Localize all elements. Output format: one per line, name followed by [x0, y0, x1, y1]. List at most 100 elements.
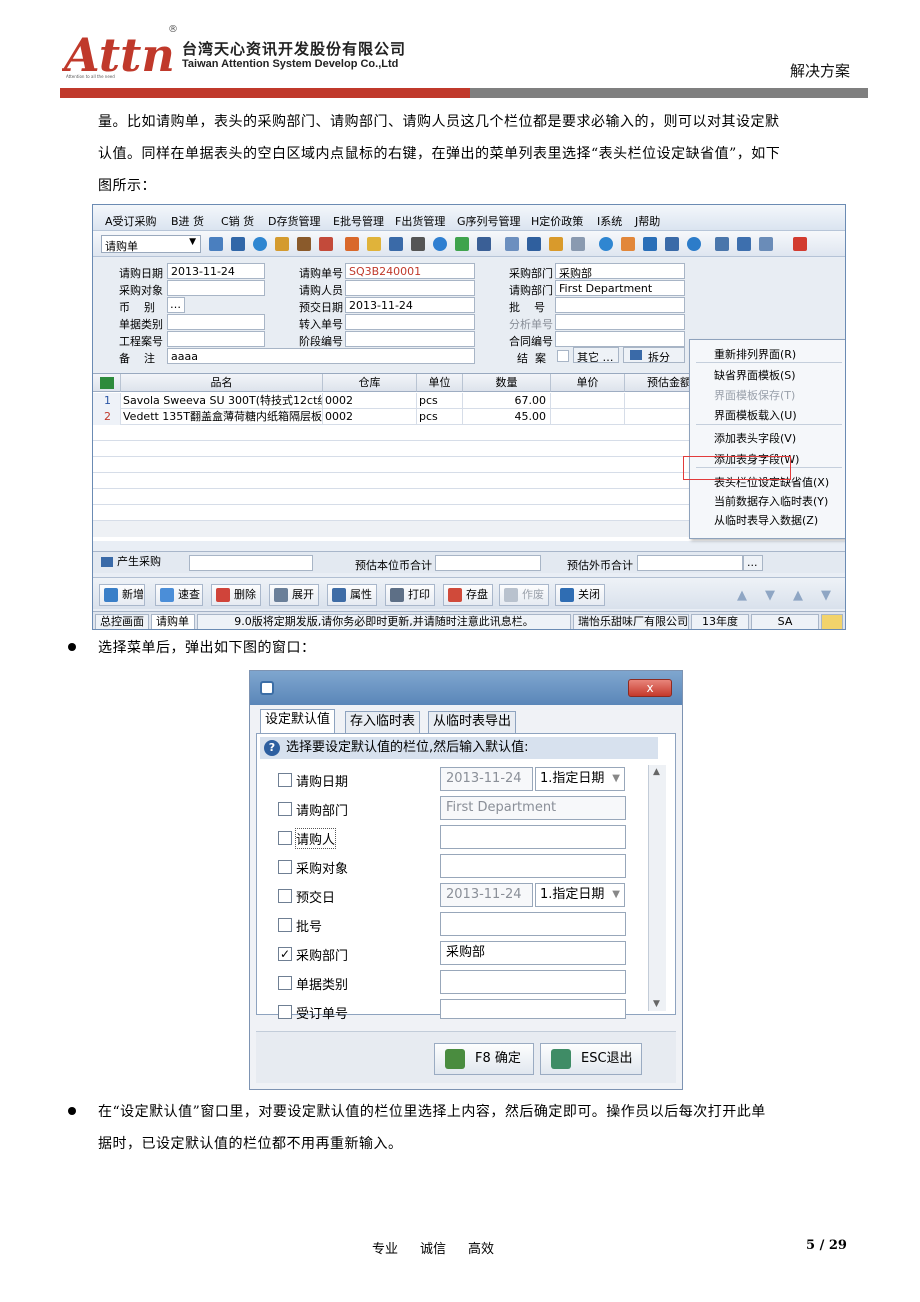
menu-item[interactable]: I系统 — [597, 213, 622, 229]
mail-icon[interactable] — [821, 614, 843, 629]
tab-set-default[interactable]: 设定默认值 — [260, 709, 336, 733]
ctx-rearrange[interactable]: 重新排列界面(R) — [714, 346, 796, 362]
toolbar-icon[interactable] — [319, 237, 333, 251]
menu-item[interactable]: J帮助 — [635, 213, 660, 229]
cell-unit[interactable]: pcs — [417, 393, 463, 409]
col-header-price[interactable]: 单价 — [551, 374, 625, 392]
requester-field[interactable] — [345, 280, 475, 296]
transfer-field[interactable] — [345, 314, 475, 330]
split-button[interactable]: 拆分 — [623, 347, 685, 363]
toolbar-icon[interactable] — [687, 237, 701, 251]
toolbar-icon[interactable] — [715, 237, 729, 251]
toolbar-icon[interactable] — [345, 237, 359, 251]
toolbar-icon[interactable] — [297, 237, 311, 251]
cell-unit[interactable]: pcs — [417, 409, 463, 425]
cell-qty[interactable]: 67.00 — [463, 393, 551, 409]
esc-button[interactable]: ESC退出 — [540, 1043, 642, 1075]
checkbox-req-date[interactable] — [278, 773, 292, 787]
value-order-no[interactable] — [440, 999, 626, 1019]
batch-field[interactable] — [555, 297, 685, 313]
toolbar-icon[interactable] — [477, 237, 491, 251]
toolbar-icon[interactable] — [411, 237, 425, 251]
cell-name[interactable]: Vedett 135T翻盖盒薄荷糖内纸箱隔层板 \ — [121, 409, 323, 425]
menu-item[interactable]: A受订采购 — [105, 213, 157, 229]
value-req-dept[interactable]: First Department — [440, 796, 626, 820]
toolbar-icon[interactable] — [621, 237, 635, 251]
produce-button[interactable]: 产生采购 — [101, 554, 161, 572]
new-button[interactable]: 新增 — [99, 584, 145, 606]
menu-item[interactable]: G序列号管理 — [457, 213, 521, 229]
vertical-scrollbar[interactable]: ▲ ▼ — [648, 765, 666, 1011]
value-doc-type[interactable] — [440, 970, 626, 994]
cell-price[interactable] — [551, 409, 625, 425]
cell-price[interactable] — [551, 393, 625, 409]
menu-item[interactable]: C销 货 — [221, 213, 254, 229]
checkbox-delivery[interactable] — [278, 889, 292, 903]
ctx-save-template[interactable]: 界面模板保存(T) — [714, 387, 795, 403]
local-total-field[interactable] — [435, 555, 541, 571]
req-dept-field[interactable]: First Department — [555, 280, 685, 296]
menu-item[interactable]: H定价政策 — [531, 213, 583, 229]
toolbar-icon[interactable] — [665, 237, 679, 251]
toolbar-icon[interactable] — [505, 237, 519, 251]
buy-target-field[interactable] — [167, 280, 265, 296]
cell-warehouse[interactable]: 0002 — [323, 393, 417, 409]
first-record-icon[interactable]: ▲ — [737, 588, 747, 603]
save-button[interactable]: 存盘 — [443, 584, 493, 606]
properties-button[interactable]: 属性 — [327, 584, 377, 606]
ctx-load-template[interactable]: 界面模板载入(U) — [714, 407, 797, 423]
analysis-field[interactable] — [555, 314, 685, 330]
help-icon[interactable] — [433, 237, 447, 251]
close-checkbox[interactable] — [557, 350, 569, 362]
checkbox-doc-type[interactable] — [278, 976, 292, 990]
menu-item[interactable]: B进 货 — [171, 213, 204, 229]
note-field[interactable]: aaaa — [167, 348, 475, 364]
excel-icon[interactable] — [93, 374, 121, 392]
project-field[interactable] — [167, 331, 265, 347]
toolbar-icon[interactable] — [759, 237, 773, 251]
cell-qty[interactable]: 45.00 — [463, 409, 551, 425]
more-button[interactable]: ... — [743, 555, 763, 571]
checkbox-requester[interactable] — [278, 831, 292, 845]
toolbar-icon[interactable] — [549, 237, 563, 251]
other-button[interactable]: 其它 … — [573, 347, 619, 363]
close-icon[interactable]: x — [628, 679, 672, 697]
checkbox-order-no[interactable] — [278, 1005, 292, 1019]
checkbox-req-dept[interactable] — [278, 802, 292, 816]
toolbar-icon[interactable] — [231, 237, 245, 251]
exit-icon[interactable] — [793, 237, 807, 251]
cell-name[interactable]: Savola Sweeva SU 300T(特技式12ct纱纸 — [121, 393, 323, 409]
currency-button[interactable]: … — [167, 297, 185, 313]
search-button[interactable]: 速查 — [155, 584, 203, 606]
scroll-down-icon[interactable]: ▼ — [653, 999, 660, 1009]
select-req-date[interactable]: 1.指定日期 ▼ — [535, 767, 625, 791]
ctx-add-header-field[interactable]: 添加表头字段(V) — [714, 430, 796, 446]
doc-type-field[interactable] — [167, 314, 265, 330]
expand-button[interactable]: 展开 — [269, 584, 319, 606]
void-button[interactable]: 作废 — [499, 584, 549, 606]
toolbar-icon[interactable] — [275, 237, 289, 251]
ctx-import-temp[interactable]: 从临时表导入数据(Z) — [714, 512, 818, 528]
status-main-tab[interactable]: 总控画面 — [95, 614, 149, 629]
scroll-up-icon[interactable]: ▲ — [653, 767, 660, 777]
value-requester[interactable] — [440, 825, 626, 849]
toolbar-icon[interactable] — [643, 237, 657, 251]
menu-item[interactable]: F出货管理 — [395, 213, 445, 229]
toolbar-icon[interactable] — [571, 237, 585, 251]
toolbar-icon[interactable] — [389, 237, 403, 251]
status-form-tab[interactable]: 请购单 — [151, 614, 195, 629]
stage-field[interactable] — [345, 331, 475, 347]
delivery-field[interactable]: 2013-11-24 — [345, 297, 475, 313]
doc-type-select[interactable]: 请购单 ▼ — [101, 235, 201, 253]
contract-field[interactable] — [555, 331, 685, 347]
col-header-warehouse[interactable]: 仓库 — [323, 374, 417, 392]
cell-warehouse[interactable]: 0002 — [323, 409, 417, 425]
ctx-save-temp[interactable]: 当前数据存入临时表(Y) — [714, 493, 828, 509]
confirm-button[interactable]: F8 确定 — [434, 1043, 534, 1075]
toolbar-icon[interactable] — [737, 237, 751, 251]
value-batch[interactable] — [440, 912, 626, 936]
delete-button[interactable]: 删除 — [211, 584, 261, 606]
value-req-date[interactable]: 2013-11-24 — [440, 767, 533, 791]
toolbar-icon[interactable] — [599, 237, 613, 251]
tab-export-temp[interactable]: 从临时表导出 — [428, 711, 517, 733]
